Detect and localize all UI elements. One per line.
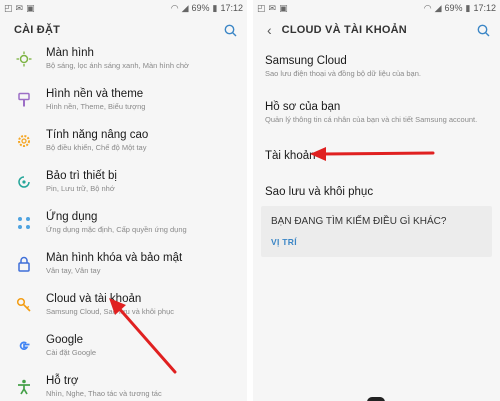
back-arrow-icon[interactable]: ‹: [267, 23, 272, 37]
battery-icon: ▮: [212, 2, 218, 13]
settings-item-title: Màn hình: [46, 47, 94, 59]
settings-item-wallpaper[interactable]: Hình nền và theme Hình nền, Theme, Biểu t…: [0, 79, 247, 120]
notification-icon: ◰: [4, 2, 13, 13]
battery-percent: 69%: [444, 3, 463, 13]
settings-item-lockscreen[interactable]: Màn hình khóa và bảo mật Vân tay, Vân tay: [0, 243, 247, 284]
page-title: CÀI ĐẶT: [14, 24, 61, 36]
battery-icon: ▮: [465, 2, 471, 13]
item-title: Tài khoản: [265, 150, 316, 162]
item-subtitle: Quản lý thông tin cá nhân của bạn và chi…: [265, 114, 478, 124]
maintenance-icon: [14, 172, 34, 192]
status-bar: ◰ ✉ ▣ ◠ ◢ 69% ▮ 17:12: [253, 0, 500, 16]
signal-icon: ◢: [181, 2, 189, 13]
settings-item-title: Cloud và tài khoản: [46, 293, 142, 305]
settings-item-subtitle: Bộ điều khiển, Chế độ Một tay: [46, 143, 147, 152]
item-title: Samsung Cloud: [265, 54, 347, 67]
status-bar: ◰ ✉ ▣ ◠ ◢ 69% ▮ 17:12: [0, 0, 247, 16]
settings-item-subtitle: Bộ sáng, lọc ánh sáng xanh, Màn hình chờ: [46, 61, 189, 70]
settings-item-subtitle: Vân tay, Vân tay: [46, 266, 101, 275]
clock: 17:12: [473, 3, 496, 13]
gear-icon: [14, 131, 34, 151]
settings-item-title: Hình nền và theme: [46, 88, 144, 100]
accessibility-icon: [14, 377, 34, 397]
search-icon[interactable]: [477, 24, 490, 37]
cloud-accounts-list: Samsung Cloud Sao lưu điện thoại và đồng…: [253, 46, 500, 210]
settings-item-maintenance[interactable]: Bảo trì thiết bị Pin, Lưu trữ, Bộ nhớ: [0, 161, 247, 202]
backup-restore-item[interactable]: Sao lưu và khôi phục: [253, 174, 500, 210]
settings-item-title: Bảo trì thiết bị: [46, 170, 117, 182]
clock: 17:12: [220, 3, 243, 13]
settings-item-title: Màn hình khóa và bảo mật: [46, 252, 183, 264]
settings-item-title: Ứng dụng: [46, 211, 98, 223]
apps-icon: [14, 213, 34, 233]
wifi-icon: ◠: [170, 2, 179, 13]
settings-item-subtitle: Ứng dụng mặc định, Cấp quyền ứng dụng: [46, 225, 187, 234]
settings-item-subtitle: Samsung Cloud, Sao lưu và khôi phục: [46, 307, 175, 316]
settings-item-subtitle: Hình nền, Theme, Biểu tượng: [46, 102, 146, 111]
notification-icon: ◰: [257, 2, 266, 13]
nav-handle: [367, 397, 385, 401]
brush-icon: [14, 90, 34, 110]
suggestion-card-title: BẠN ĐANG TÌM KIẾM ĐIỀU GÌ KHÁC?: [271, 216, 447, 227]
item-subtitle: Sao lưu điện thoại và đồng bộ dữ liệu củ…: [265, 68, 421, 78]
notification-icon: ✉: [15, 2, 24, 13]
cloud-accounts-panel: ◰ ✉ ▣ ◠ ◢ 69% ▮ 17:12 ‹ CLOUD VÀ TÀI KHO…: [253, 0, 500, 401]
settings-item-cloud-accounts[interactable]: Cloud và tài khoản Samsung Cloud, Sao lưu…: [0, 284, 247, 325]
battery-percent: 69%: [191, 3, 210, 13]
display-icon: [14, 49, 34, 69]
location-link[interactable]: VỊ TRÍ: [271, 237, 482, 247]
settings-item-subtitle: Nhìn, Nghe, Thao tác và tương tác: [46, 389, 162, 398]
settings-item-advanced[interactable]: Tính năng nâng cao Bộ điều khiển, Chế độ …: [0, 120, 247, 161]
settings-item-accessibility[interactable]: Hỗ trợ Nhìn, Nghe, Thao tác và tương tác: [0, 366, 247, 401]
notification-icon: ▣: [26, 2, 35, 13]
settings-item-title: Hỗ trợ: [46, 375, 79, 387]
page-title: CLOUD VÀ TÀI KHOẢN: [281, 24, 407, 36]
search-icon[interactable]: [224, 24, 237, 37]
signal-icon: ◢: [434, 2, 442, 13]
app-bar: ‹ CLOUD VÀ TÀI KHOẢN: [253, 16, 500, 44]
google-icon: [14, 336, 34, 356]
settings-panel: ◰ ✉ ▣ ◠ ◢ 69% ▮ 17:12 CÀI ĐẶT Màn hình Bộ…: [0, 0, 247, 401]
notification-icon: ✉: [268, 2, 277, 13]
notification-icon: ▣: [279, 2, 288, 13]
accounts-item[interactable]: Tài khoản: [253, 138, 500, 174]
lock-icon: [14, 254, 34, 274]
samsung-cloud-item[interactable]: Samsung Cloud Sao lưu điện thoại và đồng…: [253, 46, 500, 86]
settings-item-subtitle: Pin, Lưu trữ, Bộ nhớ: [46, 184, 115, 193]
wifi-icon: ◠: [423, 2, 432, 13]
settings-list: Màn hình Bộ sáng, lọc ánh sáng xanh, Màn …: [0, 38, 247, 401]
settings-item-title: Google: [46, 334, 84, 346]
settings-item-subtitle: Cài đặt Google: [46, 348, 97, 357]
item-title: Sao lưu và khôi phục: [265, 186, 374, 198]
settings-item-apps[interactable]: Ứng dụng Ứng dụng mặc định, Cấp quyền ứng…: [0, 202, 247, 243]
settings-item-google[interactable]: Google Cài đặt Google: [0, 325, 247, 366]
profile-item[interactable]: Hồ sơ của bạn Quản lý thông tin cá nhân …: [253, 86, 500, 138]
settings-item-display[interactable]: Màn hình Bộ sáng, lọc ánh sáng xanh, Màn …: [0, 38, 247, 79]
key-icon: [14, 295, 34, 315]
item-title: Hồ sơ của bạn: [265, 100, 341, 113]
settings-item-title: Tính năng nâng cao: [46, 129, 149, 141]
suggestion-card: BẠN ĐANG TÌM KIẾM ĐIỀU GÌ KHÁC? VỊ TRÍ: [261, 206, 492, 257]
